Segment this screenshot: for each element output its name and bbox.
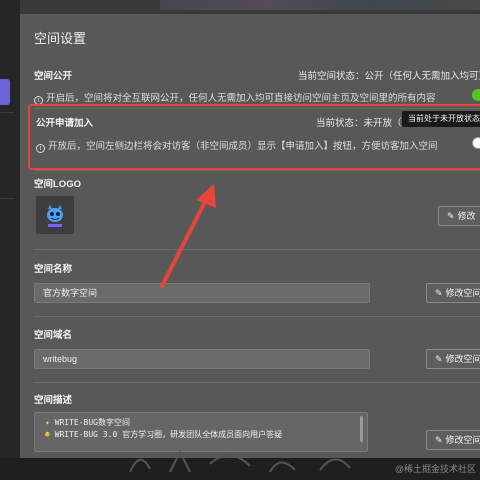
red-annotation-arrow <box>160 184 216 288</box>
sidebar-divider <box>0 198 14 199</box>
sidebar-divider <box>0 112 14 113</box>
space-settings-drawer: 空间设置 空间公开 当前空间状态：公开（任何人无需加入均可直接 i 开启后，空间将… <box>20 14 480 458</box>
app-banner <box>160 0 480 10</box>
watermark-text: @稀土掘金技术社区 <box>394 464 476 474</box>
sidebar-active-indicator <box>0 79 10 105</box>
app-sidebar <box>0 0 20 480</box>
background-doodle <box>129 449 351 473</box>
